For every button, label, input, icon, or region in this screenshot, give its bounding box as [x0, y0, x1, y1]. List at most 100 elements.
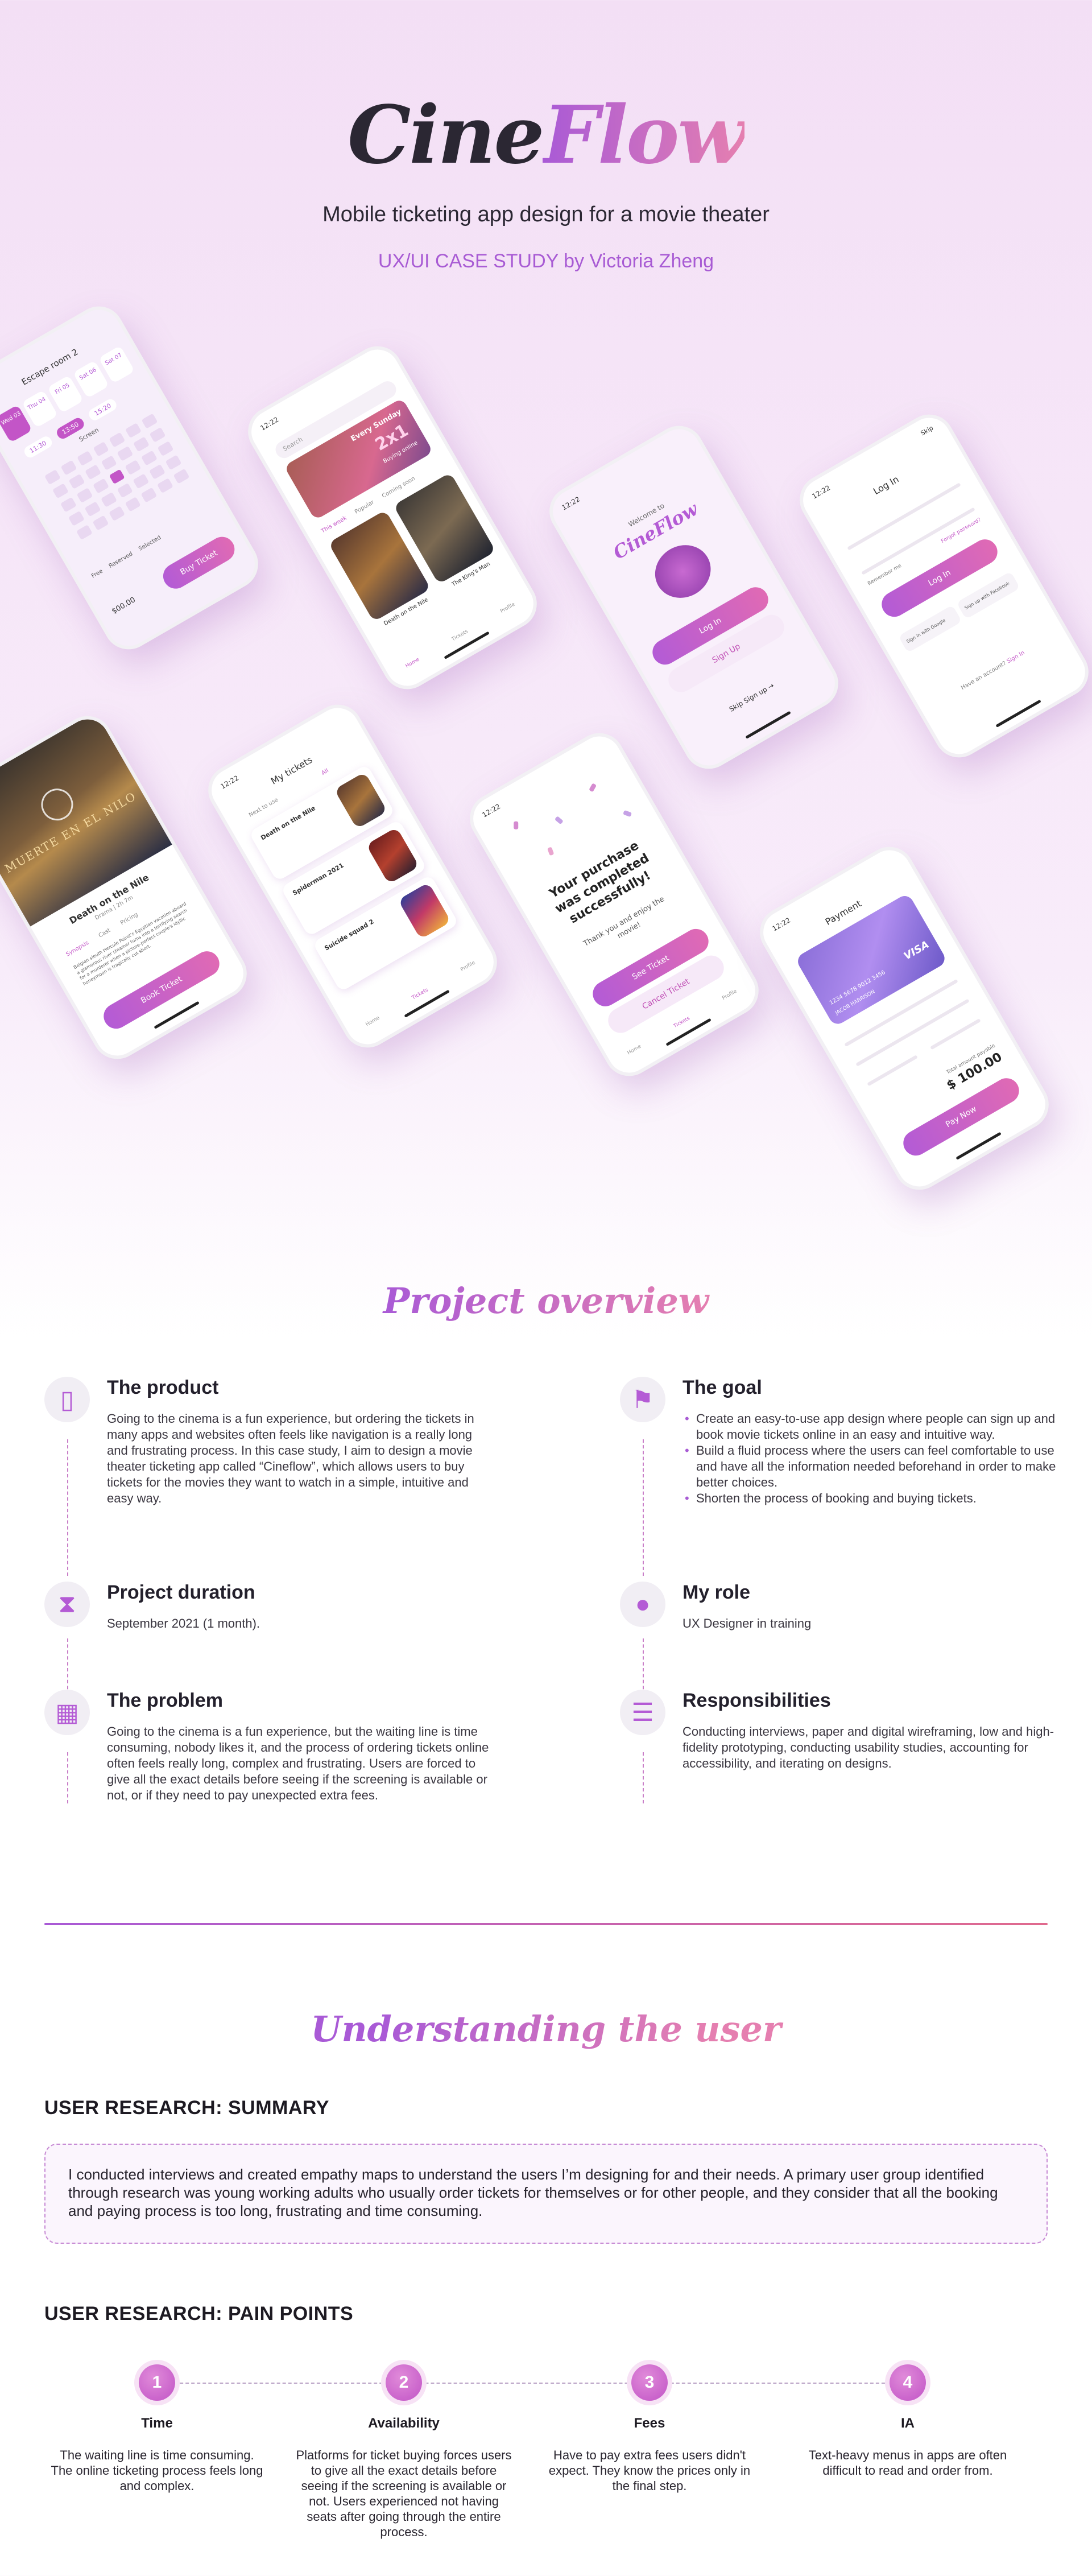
- skip-link[interactable]: Skip: [919, 424, 934, 437]
- tab-synopsis[interactable]: Synopsis: [65, 940, 90, 958]
- seat[interactable]: [141, 450, 158, 466]
- seat[interactable]: [125, 496, 142, 512]
- tab-pricing[interactable]: Pricing: [119, 911, 139, 926]
- seat[interactable]: [108, 506, 125, 522]
- seat[interactable]: [101, 455, 118, 471]
- pain-point-title: IA: [901, 2416, 915, 2431]
- seat[interactable]: [76, 488, 93, 503]
- seat[interactable]: [84, 464, 101, 480]
- seat[interactable]: [141, 413, 158, 429]
- pain-point-number: 4: [890, 2364, 926, 2401]
- seat[interactable]: [60, 460, 77, 476]
- nav-tickets[interactable]: Tickets: [451, 629, 469, 642]
- nav-home[interactable]: Home: [626, 1044, 642, 1056]
- seat[interactable]: [60, 497, 77, 513]
- summary-box: I conducted interviews and created empat…: [44, 2144, 1048, 2244]
- seat[interactable]: [100, 492, 117, 508]
- mockup-movie-detail: MUERTE EN EL NILO Death on the Nile Dram…: [0, 707, 256, 1068]
- home-indicator: [665, 1018, 712, 1046]
- nav-profile[interactable]: Profile: [460, 960, 476, 973]
- pain-point-number: 3: [631, 2364, 668, 2401]
- seat[interactable]: [68, 473, 85, 489]
- connector-line: [67, 1439, 68, 1576]
- brand-part-1: Cine: [348, 89, 544, 182]
- seat[interactable]: [117, 482, 134, 498]
- cvv-field[interactable]: [930, 1018, 981, 1050]
- duration-text: September 2021 (1 month).: [107, 1616, 260, 1630]
- seat[interactable]: [165, 455, 182, 470]
- ticket-movie: Death on the Nile: [259, 804, 317, 842]
- problem-puzzle-icon: ▦: [44, 1690, 90, 1735]
- nav-profile[interactable]: Profile: [721, 989, 738, 1002]
- expiry-field[interactable]: [867, 1055, 918, 1087]
- seat-selected[interactable]: [109, 469, 126, 485]
- product-text: Going to the cinema is a fun experience,…: [107, 1411, 474, 1505]
- forgot-password-link[interactable]: Forgot password?: [940, 517, 982, 544]
- seat[interactable]: [52, 483, 69, 499]
- seat[interactable]: [125, 459, 142, 475]
- pain-point: 4 IA Text-heavy menus in apps are often …: [794, 2364, 1021, 2478]
- seat[interactable]: [149, 427, 166, 443]
- seat[interactable]: [44, 469, 61, 485]
- mobile-phone-icon: ▯: [44, 1377, 90, 1422]
- seat-legend: Free Reserved Selected: [90, 535, 162, 580]
- seat[interactable]: [125, 423, 142, 439]
- responsibilities-text: Conducting interviews, paper and digital…: [682, 1724, 1054, 1770]
- tab-cast[interactable]: Cast: [98, 927, 112, 939]
- seat[interactable]: [68, 510, 85, 526]
- summary-heading: USER RESEARCH: SUMMARY: [44, 2097, 329, 2119]
- seat[interactable]: [109, 432, 126, 448]
- pain-point-text: Text-heavy menus in apps are often diffi…: [808, 2448, 1007, 2478]
- login-title: Log In: [871, 473, 901, 497]
- google-signin-button[interactable]: Sign in with Google: [898, 605, 962, 653]
- seat[interactable]: [157, 477, 174, 494]
- film-reel-icon: [645, 535, 721, 608]
- nav-tickets[interactable]: Tickets: [673, 1015, 691, 1029]
- footer-signin-link[interactable]: Sign In: [1006, 650, 1025, 665]
- seat[interactable]: [93, 441, 110, 457]
- confetti: [547, 847, 555, 856]
- seat[interactable]: [117, 445, 134, 461]
- pain-point: 1 Time The waiting line is time consumin…: [43, 2364, 271, 2494]
- nav-profile[interactable]: Profile: [499, 602, 516, 615]
- pain-points-heading: USER RESEARCH: PAIN POINTS: [44, 2303, 354, 2325]
- seat[interactable]: [173, 468, 190, 484]
- seat[interactable]: [92, 515, 109, 531]
- pain-point-number: 2: [386, 2364, 422, 2401]
- buy-ticket-button[interactable]: Buy Ticket: [158, 532, 239, 593]
- ticket-poster: [366, 827, 420, 885]
- credit-card[interactable]: VISA 1234 5678 9012 3456 JACOB HARRISON: [795, 893, 948, 1027]
- nav-tickets[interactable]: Tickets: [411, 987, 429, 1001]
- seat[interactable]: [140, 487, 158, 503]
- legend-reserved: Reserved: [107, 551, 134, 570]
- seat[interactable]: [92, 478, 109, 494]
- hero-subtitle: Mobile ticketing app design for a movie …: [322, 203, 770, 226]
- tab-next-to-use[interactable]: Next to use: [248, 796, 279, 818]
- goal-list: Create an easy-to-use app design where p…: [682, 1411, 1069, 1506]
- seat[interactable]: [133, 436, 150, 452]
- seat[interactable]: [157, 441, 174, 457]
- seat[interactable]: [149, 464, 166, 480]
- confetti: [623, 810, 632, 818]
- section-divider: [44, 1923, 1048, 1925]
- goal-item: Create an easy-to-use app design where p…: [682, 1411, 1069, 1443]
- facebook-signup-button[interactable]: Sign up with Facebook: [956, 571, 1020, 620]
- play-icon[interactable]: [35, 782, 79, 827]
- hero-tagline: UX/UI CASE STUDY by Victoria Zheng: [378, 250, 714, 272]
- seat[interactable]: [133, 473, 150, 489]
- role-heading: My role: [682, 1582, 751, 1603]
- ticket-poster: [398, 882, 452, 940]
- tab-popular[interactable]: Popular: [354, 499, 375, 515]
- brand-part-2: Flow: [543, 89, 746, 182]
- nav-home[interactable]: Home: [365, 1015, 380, 1028]
- status-time: 12:22: [771, 916, 792, 933]
- status-time: 12:22: [560, 495, 582, 512]
- status-time: 12:22: [259, 415, 280, 432]
- seat[interactable]: [84, 501, 101, 517]
- seat[interactable]: [76, 525, 93, 540]
- seat[interactable]: [76, 451, 93, 467]
- nav-home[interactable]: Home: [404, 657, 420, 670]
- tab-this-week[interactable]: This week: [320, 515, 348, 534]
- legend-selected: Selected: [138, 534, 163, 552]
- tab-all[interactable]: All: [321, 767, 330, 777]
